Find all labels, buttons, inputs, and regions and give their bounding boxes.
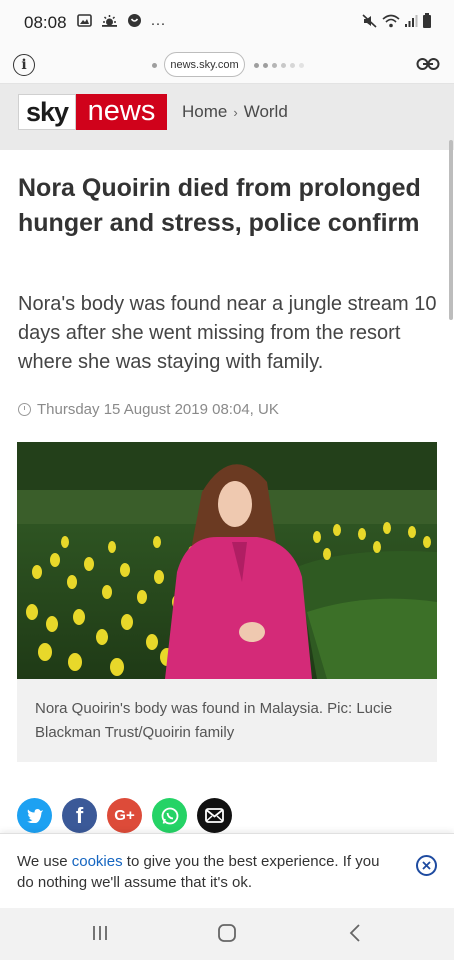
email-share-button[interactable] [197,798,232,833]
back-icon [349,924,360,942]
recent-apps-icon [93,926,107,940]
weather-icon [101,14,118,33]
clock-icon [18,403,31,416]
article-timestamp: Thursday 15 August 2019 08:04, UK [18,401,279,418]
scrollbar-thumb[interactable] [449,140,453,320]
battery-icon [422,12,432,34]
breadcrumb-separator: › [233,104,238,120]
google-plus-share-button[interactable]: G+ [107,798,142,833]
cookie-banner: We use cookies to give you the best expe… [0,833,454,908]
tab-indicator-dot [272,63,277,68]
vpn-icon [127,13,142,33]
article-photo[interactable] [17,442,437,679]
cookie-close-button[interactable] [416,855,437,876]
status-icons-right [362,12,432,34]
breadcrumb: Home › World [182,102,288,122]
tab-indicator-dot [263,63,268,68]
whatsapp-share-button[interactable] [152,798,187,833]
article-headline: Nora Quoirin died from prolonged hunger … [18,174,421,237]
system-navigation-bar [0,908,454,960]
news-logo[interactable]: news [76,94,167,130]
status-bar: 08:08 ··· [0,0,454,46]
back-button[interactable] [348,923,362,948]
close-icon [422,861,431,870]
gallery-icon [76,14,92,32]
article-standfirst: Nora's body was found near a jungle stre… [18,293,437,373]
more-notifications: ··· [150,14,166,32]
signal-icon [404,14,418,33]
cookie-text-before: We use [17,853,72,870]
home-icon [218,924,236,942]
whatsapp-icon [161,807,178,824]
facebook-icon: f [75,802,84,828]
tab-indicator-dot [299,63,304,68]
browser-toolbar: i news.sky.com [0,46,454,84]
status-icons-left: ··· [76,13,166,33]
twitter-icon [26,809,43,823]
share-buttons: f G+ [17,798,232,833]
email-icon [205,808,224,823]
sky-logo[interactable]: sky [18,94,76,130]
site-info-icon[interactable]: i [13,54,35,76]
breadcrumb-world[interactable]: World [244,102,288,122]
cookie-policy-link[interactable]: cookies [72,853,123,870]
tab-indicator-dot [290,63,295,68]
twitter-share-button[interactable] [17,798,52,833]
photo-caption: Nora Quoirin's body was found in Malaysi… [17,679,437,762]
tab-indicator-dot [152,63,157,68]
tab-indicator-dot [281,63,286,68]
breadcrumb-home[interactable]: Home [182,102,227,122]
share-link-icon[interactable] [416,54,440,79]
timestamp-text: Thursday 15 August 2019 08:04, UK [37,401,279,418]
home-button[interactable] [217,923,237,948]
wifi-icon [382,14,400,33]
mute-icon [362,13,378,33]
url-bar[interactable]: news.sky.com [164,52,245,77]
status-time: 08:08 [24,13,67,32]
google-plus-icon: G+ [114,807,135,824]
tab-indicator-dot [254,63,259,68]
cookie-message: We use cookies to give you the best expe… [17,851,387,893]
recent-apps-button[interactable] [91,924,109,947]
facebook-share-button[interactable]: f [62,798,97,833]
